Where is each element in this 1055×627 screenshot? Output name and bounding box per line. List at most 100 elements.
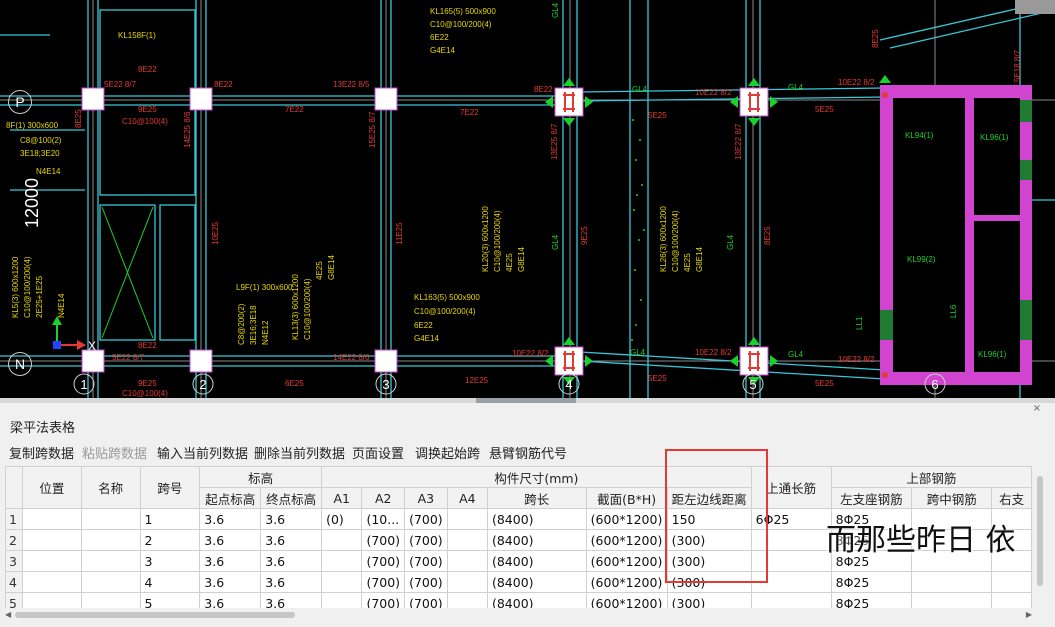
cell-right-support[interactable] — [991, 571, 1032, 593]
header-name[interactable]: 名称 — [80, 466, 141, 509]
cell-top-long[interactable] — [750, 592, 832, 608]
cell-a4[interactable] — [446, 508, 488, 530]
cell-span[interactable]: 5 — [139, 592, 201, 608]
cell-section[interactable]: (600*1200) — [585, 550, 668, 572]
cell-span-length[interactable]: (8400) — [486, 571, 587, 593]
cell-left-edge-distance[interactable]: (300) — [666, 592, 752, 608]
cell-mid-span[interactable] — [911, 592, 993, 608]
header-span-length[interactable]: 跨长 — [486, 487, 587, 509]
cell-a2[interactable]: (700) — [361, 571, 406, 593]
cell-name[interactable] — [80, 571, 141, 593]
header-a2[interactable]: A2 — [361, 487, 406, 509]
cell-mid-span[interactable] — [911, 571, 993, 593]
vertical-scroll-thumb[interactable] — [1037, 476, 1043, 586]
vertical-scrollbar[interactable] — [1034, 466, 1046, 608]
cell-start-elev[interactable]: 3.6 — [199, 592, 262, 608]
close-icon[interactable]: × — [1033, 403, 1041, 414]
copy-span-data-button[interactable]: 复制跨数据 — [9, 443, 74, 462]
cell-a2[interactable]: (700) — [361, 529, 406, 551]
cell-a1[interactable] — [321, 571, 363, 593]
paste-span-data-button[interactable]: 粘贴跨数据 — [82, 443, 147, 462]
cell-a4[interactable] — [446, 592, 488, 608]
header-span[interactable]: 跨号 — [139, 466, 201, 509]
cell-section[interactable]: (600*1200) — [585, 571, 668, 593]
row-number[interactable]: 1 — [5, 508, 23, 530]
cell-a1[interactable] — [321, 529, 363, 551]
cell-a3[interactable]: (700) — [404, 592, 448, 608]
row-number[interactable]: 3 — [5, 550, 23, 572]
cell-span[interactable]: 3 — [139, 550, 201, 572]
row-number[interactable]: 2 — [5, 529, 23, 551]
cell-a1[interactable] — [321, 592, 363, 608]
scroll-left-icon[interactable]: ◀ — [5, 610, 11, 619]
input-column-data-button[interactable]: 输入当前列数据 — [157, 443, 248, 462]
cell-end-elev[interactable]: 3.6 — [260, 550, 323, 572]
cell-position[interactable] — [21, 550, 82, 572]
cell-section[interactable]: (600*1200) — [585, 529, 668, 551]
table-row[interactable]: 4 4 3.6 3.6 (700) (700) (8400) (600*1200) (300) 8… — [5, 571, 1032, 593]
swap-start-span-button[interactable]: 调换起始跨 — [415, 443, 480, 462]
header-right-support[interactable]: 右支 — [991, 487, 1032, 509]
cell-a3[interactable]: (700) — [404, 571, 448, 593]
header-start-elev[interactable]: 起点标高 — [199, 487, 262, 509]
header-elevation[interactable]: 标高 — [199, 466, 323, 488]
cell-left-support[interactable]: 8Φ25 — [830, 592, 913, 608]
cell-a4[interactable] — [446, 529, 488, 551]
scroll-right-icon[interactable]: ▶ — [1026, 610, 1032, 619]
header-mid-span[interactable]: 跨中钢筋 — [911, 487, 993, 509]
header-position[interactable]: 位置 — [21, 466, 82, 509]
header-section[interactable]: 截面(B*H) — [585, 487, 668, 509]
cell-position[interactable] — [21, 508, 82, 530]
cell-a3[interactable]: (700) — [404, 508, 448, 530]
cell-span-length[interactable]: (8400) — [486, 529, 587, 551]
cell-span-length[interactable]: (8400) — [486, 550, 587, 572]
cell-end-elev[interactable]: 3.6 — [260, 508, 323, 530]
cell-a2[interactable]: (700) — [361, 550, 406, 572]
table-row[interactable]: 5 5 3.6 3.6 (700) (700) (8400) (600*1200) (300) 8… — [5, 592, 1032, 608]
cell-a2[interactable]: (10... — [361, 508, 406, 530]
cell-right-support[interactable] — [991, 592, 1032, 608]
cell-section[interactable]: (600*1200) — [585, 592, 668, 608]
cell-position[interactable] — [21, 571, 82, 593]
cell-a1[interactable]: (0) — [321, 508, 363, 530]
cell-end-elev[interactable]: 3.6 — [260, 571, 323, 593]
cell-start-elev[interactable]: 3.6 — [199, 550, 262, 572]
header-a3[interactable]: A3 — [404, 487, 448, 509]
cell-position[interactable] — [21, 529, 82, 551]
cell-span-length[interactable]: (8400) — [486, 508, 587, 530]
row-number[interactable]: 4 — [5, 571, 23, 593]
cell-section[interactable]: (600*1200) — [585, 508, 668, 530]
cell-left-support[interactable]: 8Φ25 — [830, 571, 913, 593]
page-setup-button[interactable]: 页面设置 — [352, 443, 404, 462]
cell-name[interactable] — [80, 508, 141, 530]
cell-start-elev[interactable]: 3.6 — [199, 571, 262, 593]
cell-end-elev[interactable]: 3.6 — [260, 529, 323, 551]
cell-name[interactable] — [80, 592, 141, 608]
cell-a3[interactable]: (700) — [404, 529, 448, 551]
cell-name[interactable] — [80, 550, 141, 572]
cell-a2[interactable]: (700) — [361, 592, 406, 608]
cad-drawing-canvas[interactable]: X KL158F(1) KL165(5) 500x900 C10@100/200… — [0, 0, 1055, 398]
cantilever-code-button[interactable]: 悬臂钢筋代号 — [489, 443, 567, 462]
cell-a4[interactable] — [446, 550, 488, 572]
cell-name[interactable] — [80, 529, 141, 551]
row-number[interactable]: 5 — [5, 592, 23, 608]
header-top-rebar[interactable]: 上部钢筋 — [830, 466, 1032, 488]
header-a4[interactable]: A4 — [446, 487, 488, 509]
cell-span-length[interactable]: (8400) — [486, 592, 587, 608]
cell-start-elev[interactable]: 3.6 — [199, 529, 262, 551]
cell-end-elev[interactable]: 3.6 — [260, 592, 323, 608]
cell-a4[interactable] — [446, 571, 488, 593]
cell-a1[interactable] — [321, 550, 363, 572]
cell-start-elev[interactable]: 3.6 — [199, 508, 262, 530]
cell-a3[interactable]: (700) — [404, 550, 448, 572]
cell-span[interactable]: 4 — [139, 571, 201, 593]
cell-span[interactable]: 2 — [139, 529, 201, 551]
header-end-elev[interactable]: 终点标高 — [260, 487, 323, 509]
horizontal-scroll-thumb[interactable] — [15, 612, 295, 618]
cell-position[interactable] — [21, 592, 82, 608]
cell-span[interactable]: 1 — [139, 508, 201, 530]
header-left-support[interactable]: 左支座钢筋 — [830, 487, 913, 509]
delete-column-data-button[interactable]: 删除当前列数据 — [254, 443, 345, 462]
header-a1[interactable]: A1 — [321, 487, 363, 509]
